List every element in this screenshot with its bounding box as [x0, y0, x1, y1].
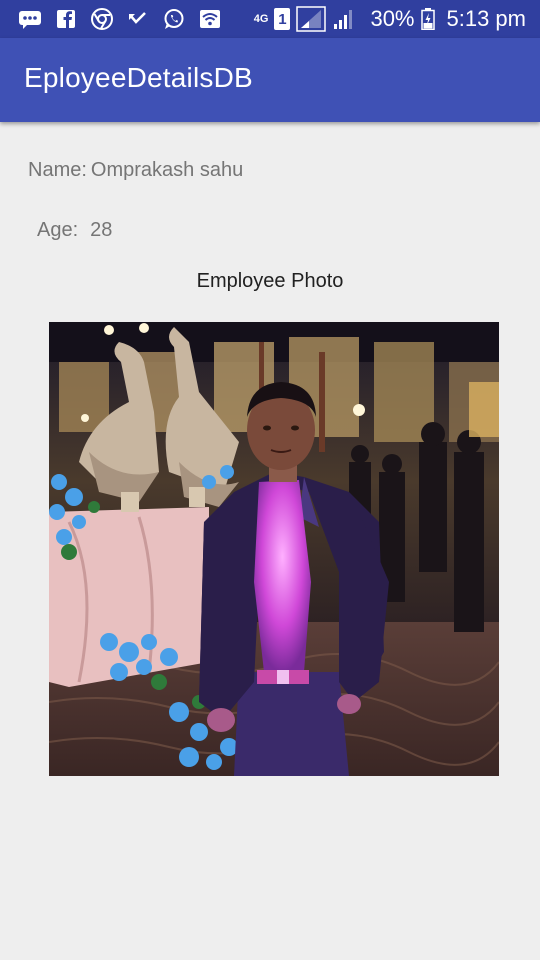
system-indicators: 4G 1 30% 5:13 pm — [254, 6, 526, 32]
name-label: Name: — [28, 159, 87, 181]
whatsapp-icon — [162, 8, 186, 30]
name-row: Name: Omprakash sahu — [28, 159, 243, 182]
missed-call-icon — [126, 8, 150, 30]
4g-icon: 4G — [253, 12, 269, 25]
age-row: Age: 28 — [37, 219, 112, 242]
battery-icon — [420, 8, 435, 30]
signal-1-icon — [296, 6, 327, 32]
signal-2-icon — [332, 8, 354, 30]
employee-photo-illustration — [49, 322, 499, 776]
age-label: Age: — [37, 219, 79, 241]
name-value: Omprakash sahu — [90, 159, 244, 181]
app-title: EployeeDetailsDB — [24, 62, 253, 93]
wifi-icon — [198, 8, 222, 30]
messages-icon — [18, 8, 42, 30]
status-bar: 4G 1 30% 5:13 pm — [0, 0, 540, 38]
photo-caption: Employee Photo — [196, 270, 344, 292]
facebook-icon — [54, 8, 78, 30]
sim-slot-label: 1 — [278, 10, 287, 28]
battery-percentage: 30% — [370, 6, 415, 31]
network-type-label: 4G — [253, 12, 269, 25]
age-value: 28 — [90, 219, 113, 241]
app-bar: EployeeDetailsDB — [0, 38, 540, 122]
sim-1-icon: 1 — [274, 8, 291, 30]
notification-icons — [18, 8, 222, 30]
employee-photo — [49, 322, 499, 776]
clock: 5:13 pm — [446, 6, 527, 31]
chrome-icon — [90, 8, 114, 30]
